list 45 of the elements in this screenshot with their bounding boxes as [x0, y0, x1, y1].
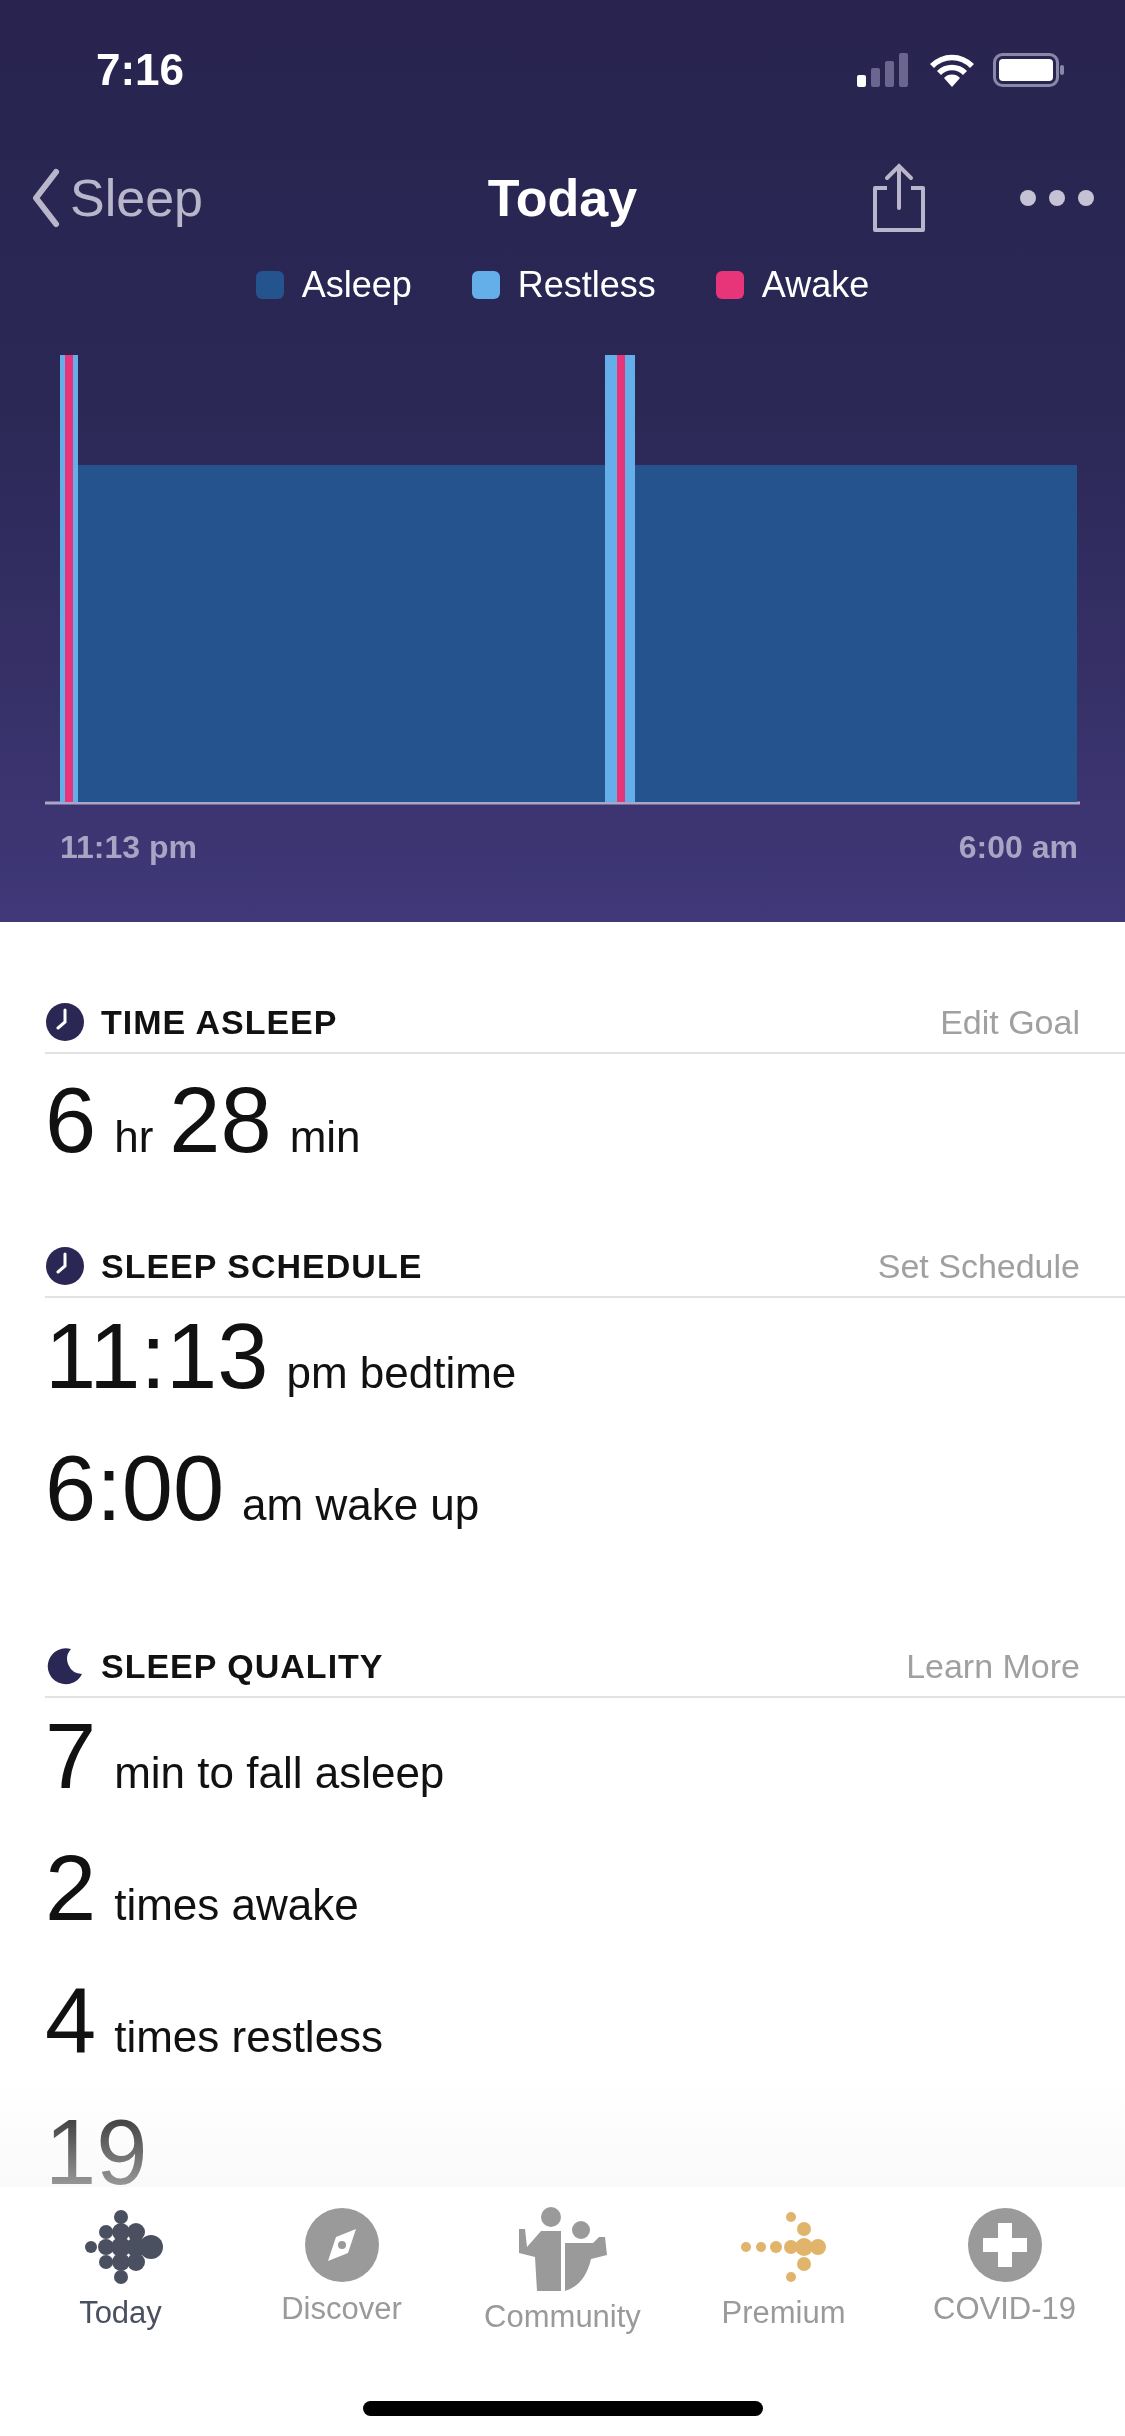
stat-unit: min: [289, 1112, 361, 1162]
stat-value: 6:00: [45, 1442, 225, 1534]
page-title: Today: [487, 167, 638, 228]
stat-label: min to fall asleep: [114, 1748, 445, 1798]
chevron-left-icon: [30, 167, 60, 228]
section-title: SLEEP QUALITY: [101, 1646, 384, 1686]
stat-label: pm bedtime: [286, 1348, 517, 1398]
stat-value: 2: [45, 1842, 97, 1934]
tab[interactable]: COVID-19: [899, 2207, 1110, 2335]
more-icon: [1019, 188, 1095, 207]
section-link[interactable]: Learn More: [906, 1646, 1080, 1686]
stat-unit: hr: [114, 1112, 154, 1162]
stat-value: 28: [169, 1074, 272, 1166]
moon-icon: [45, 1646, 85, 1686]
signal-icon: [857, 53, 911, 87]
compass-icon: [303, 2207, 380, 2283]
legend-label: Restless: [517, 264, 656, 306]
more-button[interactable]: [1019, 188, 1095, 207]
section-title: SLEEP SCHEDULE: [101, 1246, 423, 1286]
clock-icon: [45, 1002, 85, 1042]
tab[interactable]: Community: [457, 2207, 668, 2335]
legend-label: Awake: [761, 264, 870, 306]
plus-circle-icon: [966, 2207, 1043, 2283]
back-link[interactable]: Sleep: [30, 167, 203, 228]
clock-icon: [45, 1246, 85, 1286]
battery-icon: [993, 53, 1065, 87]
stat-label: am wake up: [242, 1480, 480, 1530]
stat-label: times restless: [114, 2012, 384, 2062]
status-time: 7:16: [96, 45, 185, 95]
stat-value: 4: [45, 1974, 97, 2066]
stat-value: 7: [45, 1710, 97, 1802]
stat-value: 6: [45, 1074, 97, 1166]
tab[interactable]: Discover: [236, 2207, 447, 2335]
section-title: TIME ASLEEP: [101, 1002, 338, 1042]
wifi-icon: [929, 53, 975, 87]
end-time-label: 6:00 am: [958, 829, 1078, 866]
legend-label: Asleep: [301, 264, 412, 306]
section-link[interactable]: Set Schedule: [877, 1246, 1080, 1286]
tab[interactable]: Today: [15, 2207, 226, 2335]
start-time-label: 11:13 pm: [60, 829, 197, 866]
stat-value: 19: [45, 2106, 148, 2187]
stat-label: times awake: [114, 1880, 359, 1930]
section-link[interactable]: Edit Goal: [940, 1002, 1080, 1042]
tab[interactable]: Premium: [678, 2207, 889, 2335]
stat-value: 11:13: [45, 1310, 269, 1402]
